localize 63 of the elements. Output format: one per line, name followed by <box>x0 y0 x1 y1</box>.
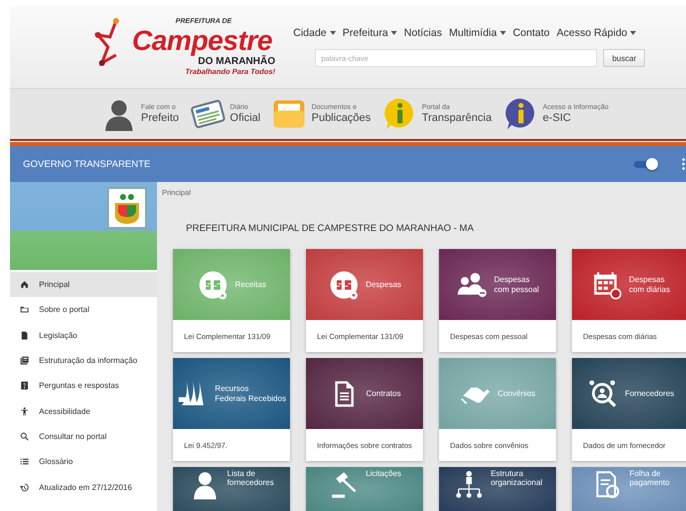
tile-title: Federais Recebidos <box>214 394 286 403</box>
tile-title: com diárias <box>629 284 670 294</box>
category-tile[interactable]: Estrutura organizacional <box>439 467 556 511</box>
tile-title: Despesas <box>629 275 666 284</box>
tile-title: fornecedores <box>227 478 274 488</box>
money-down-icon <box>328 268 360 300</box>
nav-menu-item[interactable]: Multimídia <box>448 27 497 39</box>
tile-title: organizacional <box>490 478 542 488</box>
history-icon <box>20 482 29 492</box>
folder-icon <box>20 305 29 314</box>
tile-title: Estrutura <box>490 469 524 478</box>
nav-menu-item[interactable]: Acesso Rápido <box>556 27 628 39</box>
sidebar-menu-item[interactable]: Principal <box>10 272 157 298</box>
nav-menu-item[interactable]: Contato <box>512 27 550 39</box>
tile-title: Folha de <box>629 469 662 478</box>
home-icon <box>20 280 29 290</box>
caret-icon[interactable] <box>500 31 506 35</box>
tile-title: pagamento <box>629 478 670 488</box>
shortcut-link[interactable]: Prefeito <box>141 112 179 124</box>
sidebar-menu-item[interactable]: Glossário <box>10 449 157 474</box>
tile-title: Recursos <box>214 384 250 394</box>
document-icon <box>20 330 29 340</box>
nav-menu-item[interactable]: Prefeitura <box>342 27 388 39</box>
sidebar-menu-item[interactable]: Atualizado em 27/12/2016 <box>10 474 157 500</box>
nav-menu-item[interactable]: Cidade <box>293 27 327 39</box>
toggle-switch[interactable] <box>634 158 660 170</box>
tile-title: com pessoal <box>494 284 539 294</box>
money-up-icon <box>196 268 229 300</box>
search-button[interactable]: buscar <box>603 49 646 67</box>
sidebar-menu-item[interactable]: Acessibilidade <box>10 398 157 424</box>
shortcut-link[interactable]: Oficial <box>230 112 260 124</box>
sidebar-menu-item[interactable]: Legislação <box>10 322 157 348</box>
coat-of-arms-icon <box>107 187 147 229</box>
sidebar-menu-item[interactable]: Consultar no portal <box>10 424 157 450</box>
caret-icon[interactable] <box>330 31 336 35</box>
caret-icon[interactable] <box>630 31 636 35</box>
help-icon <box>20 381 29 390</box>
tile-title: Contratos <box>366 388 401 398</box>
shortcut-link[interactable]: Publicações <box>311 112 371 124</box>
sidebar-menu-item[interactable]: Sobre o portal <box>10 297 157 323</box>
app-title: GOVERNO TRANSPARENTE <box>23 158 152 170</box>
tile-title: Convênios <box>498 388 536 398</box>
tile-title: Fornecedores <box>624 388 674 398</box>
shortcut-link[interactable]: e-SIC <box>542 112 608 124</box>
list-icon <box>20 457 29 466</box>
tile-title: Receitas <box>234 280 266 290</box>
page-title: PREFEITURA MUNICIPAL DE CAMPESTRE DO MARANHAO - MA <box>186 223 474 234</box>
sidebar-menu-item[interactable]: Perguntas e respostas <box>10 373 157 398</box>
person-icon <box>20 406 29 416</box>
sidebar-menu-item[interactable]: Estruturação da informação <box>10 348 157 374</box>
tile-title: Lista de <box>227 469 256 478</box>
book-icon <box>20 356 29 366</box>
nav-menu-item[interactable]: Notícias <box>404 27 442 39</box>
tile-title: Licitações <box>366 469 402 478</box>
shortcut-link[interactable]: Transparência <box>422 112 492 124</box>
tile-title: Despesas <box>366 280 402 290</box>
caret-icon[interactable] <box>391 31 398 35</box>
tile-title: Despesas <box>494 275 531 284</box>
category-tile[interactable]: Lista de fornecedores <box>173 467 290 511</box>
search-icon <box>20 432 29 441</box>
category-tile[interactable]: Licitações <box>306 467 423 511</box>
magnifier-icon <box>586 378 619 410</box>
more-icon[interactable] <box>682 158 685 170</box>
